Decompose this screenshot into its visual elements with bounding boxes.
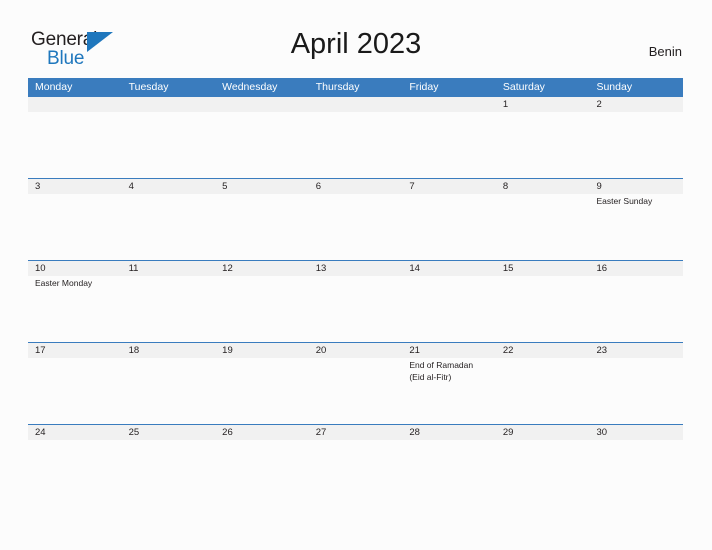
day-number: 28 (409, 427, 420, 438)
week-days: 24 25 26 27 28 29 30 (28, 425, 683, 506)
calendar-day-cell[interactable]: 28 (402, 425, 496, 506)
country-label: Benin (648, 44, 682, 59)
calendar-page: General Blue April 2023 Benin Monday Tue… (0, 0, 712, 550)
weekday-header-monday: Monday (35, 81, 73, 93)
day-number: 18 (128, 345, 140, 356)
day-number: 25 (128, 427, 140, 438)
week-days: 10 Easter Monday 11 12 13 14 15 16 (28, 261, 683, 342)
calendar-day-cell[interactable] (122, 97, 216, 178)
day-number: 27 (315, 427, 327, 438)
calendar-day-cell[interactable]: 17 (28, 343, 122, 424)
day-number: 8 (502, 181, 509, 192)
weekday-header-row: Monday Tuesday Wednesday Thursday Friday… (28, 78, 683, 97)
calendar-day-cell[interactable] (309, 97, 403, 178)
weekday-header-wednesday: Wednesday (222, 81, 278, 93)
calendar-week-row: 24 25 26 27 28 29 30 (28, 424, 683, 506)
calendar-day-cell[interactable]: 30 (589, 425, 683, 506)
calendar-day-cell[interactable]: 10 Easter Monday (28, 261, 122, 342)
day-number: 2 (596, 99, 602, 110)
calendar-day-cell[interactable]: 26 (215, 425, 309, 506)
day-number: 9 (596, 181, 602, 192)
page-title: April 2023 (290, 28, 422, 60)
calendar-day-cell[interactable]: 9 Easter Sunday (589, 179, 683, 260)
calendar-day-cell[interactable]: 21 End of Ramadan (Eid al-Fitr) (402, 343, 496, 424)
day-number: 17 (35, 345, 46, 356)
day-number: 14 (409, 263, 420, 274)
day-number: 30 (596, 427, 608, 438)
calendar-day-cell[interactable]: 23 (589, 343, 683, 424)
weekday-header-sunday: Sunday (596, 81, 633, 93)
day-number: 15 (502, 263, 514, 274)
day-number: 29 (502, 427, 514, 438)
calendar-day-cell[interactable]: 12 (215, 261, 309, 342)
day-event: End of Ramadan (Eid al-Fitr) (409, 360, 474, 382)
calendar-day-cell[interactable]: 27 (309, 425, 403, 506)
calendar-day-cell[interactable]: 3 (28, 179, 122, 260)
calendar-day-cell[interactable]: 8 (496, 179, 590, 260)
day-number: 26 (222, 427, 233, 438)
calendar-day-cell[interactable] (215, 97, 309, 178)
calendar-day-cell[interactable]: 16 (589, 261, 683, 342)
calendar-day-cell[interactable]: 22 (496, 343, 590, 424)
calendar-day-cell[interactable]: 7 (402, 179, 496, 260)
day-event: Easter Monday (35, 278, 93, 288)
calendar-week-row: 17 18 19 20 21 End of Ramadan (Eid al-Fit… (28, 342, 683, 424)
calendar-week-row: 10 Easter Monday 11 12 13 14 15 16 (28, 260, 683, 342)
calendar-day-cell[interactable]: 20 (309, 343, 403, 424)
calendar-week-row: 1 2 (28, 97, 683, 178)
day-number: 7 (409, 181, 415, 192)
calendar-day-cell[interactable]: 18 (122, 343, 216, 424)
weekday-header-saturday: Saturday (502, 81, 545, 93)
day-number: 11 (128, 263, 139, 274)
calendar-day-cell[interactable]: 1 (496, 97, 590, 178)
day-number: 19 (222, 345, 233, 356)
day-event: Easter Sunday (596, 196, 653, 206)
week-days: 1 2 (28, 97, 683, 178)
weekday-header-thursday: Thursday (315, 81, 360, 93)
day-number: 22 (502, 345, 514, 356)
calendar-day-cell[interactable]: 11 (122, 261, 216, 342)
calendar-day-cell[interactable]: 25 (122, 425, 216, 506)
calendar-day-cell[interactable]: 15 (496, 261, 590, 342)
day-number: 20 (315, 345, 327, 356)
weekday-header-friday: Friday (409, 81, 439, 93)
calendar-day-cell[interactable]: 4 (122, 179, 216, 260)
day-number: 1 (502, 99, 509, 110)
page-header: General Blue April 2023 Benin (0, 0, 712, 76)
calendar-week-row: 3 4 5 6 7 8 9 Easter Sunday (28, 178, 683, 260)
calendar-day-cell[interactable]: 14 (402, 261, 496, 342)
calendar-day-cell[interactable]: 5 (215, 179, 309, 260)
calendar-day-cell[interactable]: 2 (589, 97, 683, 178)
week-days: 17 18 19 20 21 End of Ramadan (Eid al-Fit… (28, 343, 683, 424)
calendar-day-cell[interactable]: 13 (309, 261, 403, 342)
day-number: 24 (35, 427, 46, 438)
day-number: 3 (35, 181, 41, 192)
day-number: 23 (596, 345, 608, 356)
day-number: 16 (596, 263, 608, 274)
day-number: 10 (35, 263, 46, 274)
day-number: 6 (315, 181, 322, 192)
day-number: 13 (315, 263, 327, 274)
day-number: 12 (222, 263, 233, 274)
week-days: 3 4 5 6 7 8 9 Easter Sunday (28, 179, 683, 260)
day-number: 4 (128, 181, 134, 192)
weekday-header-tuesday: Tuesday (128, 81, 169, 93)
calendar-day-cell[interactable] (28, 97, 122, 178)
calendar-day-cell[interactable]: 19 (215, 343, 309, 424)
calendar-day-cell[interactable] (402, 97, 496, 178)
day-number: 21 (409, 345, 420, 356)
day-number: 5 (222, 181, 228, 192)
calendar-day-cell[interactable]: 24 (28, 425, 122, 506)
calendar-day-cell[interactable]: 29 (496, 425, 590, 506)
calendar-grid: Monday Tuesday Wednesday Thursday Friday… (28, 78, 683, 506)
calendar-day-cell[interactable]: 6 (309, 179, 403, 260)
